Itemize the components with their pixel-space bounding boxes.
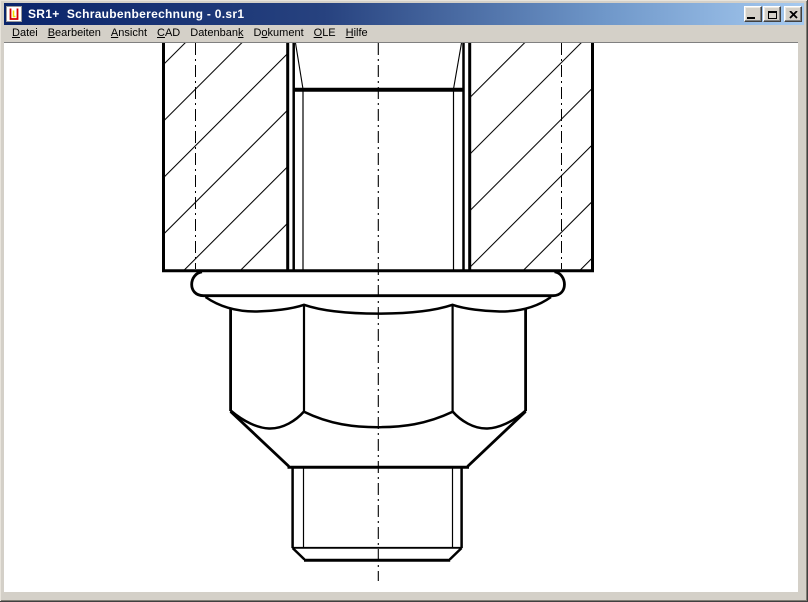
- close-icon: [789, 11, 798, 19]
- menu-item-dokument[interactable]: Dokument: [248, 26, 308, 41]
- bolt-section-drawing: [4, 43, 798, 592]
- menu-item-cad[interactable]: CAD: [152, 26, 185, 41]
- hatch-left-block: [164, 43, 288, 271]
- thread-runout-left: [296, 43, 304, 89]
- titlebar-buttons: [743, 6, 802, 22]
- menu-item-bearbeiten[interactable]: Bearbeiten: [43, 26, 106, 41]
- title-bar[interactable]: SR1+ Schraubenberechnung - 0.sr1: [4, 3, 804, 25]
- application-window: SR1+ Schraubenberechnung - 0.sr1 DateiBe…: [0, 0, 808, 602]
- menu-item-datei[interactable]: Datei: [7, 26, 43, 41]
- menu-item-ansicht[interactable]: Ansicht: [106, 26, 152, 41]
- thread-runout-right: [454, 43, 462, 89]
- sr1-app-icon: [6, 6, 22, 22]
- hatch-right-block: [470, 43, 593, 271]
- maximize-button[interactable]: [763, 6, 781, 22]
- window-title: SR1+ Schraubenberechnung - 0.sr1: [28, 7, 743, 21]
- drawing-area: [4, 42, 798, 592]
- menu-item-ole[interactable]: OLE: [309, 26, 341, 41]
- menu-item-datenbank[interactable]: Datenbank: [185, 26, 248, 41]
- head-cone-left: [231, 412, 289, 467]
- maximize-icon: [768, 11, 777, 19]
- menu-bar: DateiBearbeitenAnsichtCADDatenbankDokume…: [4, 25, 804, 42]
- minimize-button[interactable]: [744, 6, 762, 22]
- minimize-icon: [747, 17, 755, 19]
- close-button[interactable]: [784, 6, 802, 22]
- menu-item-hilfe[interactable]: Hilfe: [341, 26, 373, 41]
- head-cone-right: [468, 412, 526, 467]
